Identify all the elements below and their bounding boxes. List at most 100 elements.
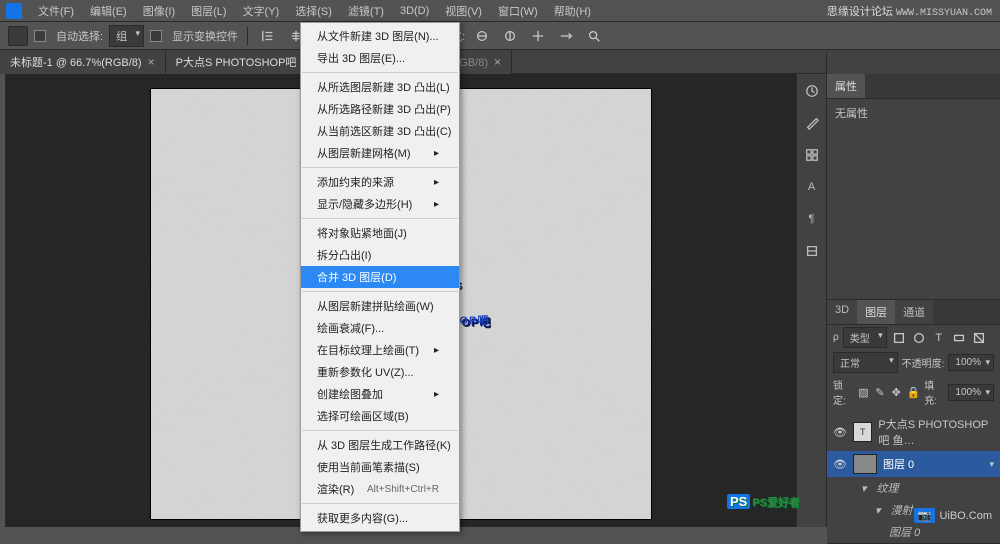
sublayer-name: 纹理 [877,480,899,496]
current-tool-icon[interactable] [8,26,28,46]
opacity-input[interactable]: 100% [948,354,994,371]
filter-pixel-icon[interactable] [891,330,907,346]
app-logo-icon [6,3,22,19]
filter-shape-icon[interactable] [951,330,967,346]
auto-select-label: 自动选择: [56,28,103,44]
3d-slide-icon[interactable] [555,25,577,47]
opacity-label: 不透明度: [902,355,945,370]
fill-label: 填充: [924,377,944,407]
menu-item-3d[interactable]: 从所选图层新建 3D 凸出(L) [301,76,459,98]
menu-select[interactable]: 选择(S) [287,0,340,22]
properties-content: 无属性 [835,108,868,120]
lock-pixels-icon[interactable]: ✎ [874,385,886,399]
menu-item-3d[interactable]: 从 3D 图层生成工作路径(K) [301,434,459,456]
menu-item-3d[interactable]: 从所选路径新建 3D 凸出(P) [301,98,459,120]
menu-item-3d[interactable]: 拆分凸出(I) [301,244,459,266]
layer-options-icon[interactable]: ▾ [989,459,994,470]
menu-item-3d[interactable]: 从图层新建网格(M) [301,142,459,164]
watermark-bottom: 📷UiBO.Com [914,508,992,523]
menu-image[interactable]: 图像(I) [135,0,183,22]
fill-input[interactable]: 100% [948,384,994,401]
menu-file[interactable]: 文件(F) [30,0,82,22]
paragraph-icon[interactable]: ¶ [803,210,821,228]
properties-panel: 属性 无属性 [827,74,1000,300]
tab-layers[interactable]: 图层 [857,300,895,324]
menu-item-3d[interactable]: 创建绘图叠加 [301,383,459,405]
auto-select-checkbox[interactable] [34,30,46,42]
layer-kind-dropdown[interactable]: 类型 [843,327,887,348]
menu-layer[interactable]: 图层(L) [183,0,234,22]
right-panel-stack: 属性 无属性 3D 图层 通道 ρ 类型 T 正常 [826,52,1000,527]
menu-help[interactable]: 帮助(H) [546,0,599,22]
lock-label: 锁定: [833,377,853,407]
3d-zoom-icon[interactable] [583,25,605,47]
3d-orbit-icon[interactable] [471,25,493,47]
menu-filter[interactable]: 滤镜(T) [340,0,392,22]
menu-item-3d[interactable]: 重新参数化 UV(Z)... [301,361,459,383]
3d-roll-icon[interactable] [499,25,521,47]
menu-item-3d[interactable]: 从当前选区新建 3D 凸出(C) [301,120,459,142]
workspace: P大S PHOOP吧 鱼鱼猫咪 A ¶ 属性 无属性 [0,74,1000,527]
menu-item-3d[interactable]: 绘画衰减(F)... [301,317,459,339]
document-tab[interactable]: 未标题-1 @ 66.7%(RGB/8) × [0,50,166,74]
menu-item-3d[interactable]: 将对象贴紧地面(J) [301,222,459,244]
styles-icon[interactable] [803,242,821,260]
options-bar: 自动选择: 组 显示变换控件 3D 模式: [0,22,1000,50]
layer-row[interactable]: 👁 图层 0 ▾ [827,451,1000,477]
menu-edit[interactable]: 编辑(E) [82,0,135,22]
layer-thumbnail[interactable]: T [853,422,872,442]
swatches-icon[interactable] [803,146,821,164]
visibility-eye-icon[interactable]: 👁 [833,426,847,439]
close-icon[interactable]: × [494,55,501,69]
menu-item-3d[interactable]: 导出 3D 图层(E)... [301,47,459,69]
lock-position-icon[interactable]: ✥ [890,385,902,399]
layer-row[interactable]: 👁 T P大点S PHOTOSHOP吧 鱼… [827,413,1000,451]
blend-mode-dropdown[interactable]: 正常 [833,352,898,373]
lock-transparent-icon[interactable]: ▨ [857,385,869,399]
menu-item-3d[interactable]: 显示/隐藏多边形(H) [301,193,459,215]
menu-item-3d[interactable]: 使用当前画笔素描(S) [301,456,459,478]
visibility-eye-icon[interactable]: 👁 [833,458,847,471]
filter-adjust-icon[interactable] [911,330,927,346]
menu-view[interactable]: 视图(V) [437,0,490,22]
menu-3d[interactable]: 3D(D) [392,2,437,20]
menu-item-3d[interactable]: 合并 3D 图层(D) [301,266,459,288]
layer-sublayer[interactable]: ▾纹理 [827,477,1000,499]
menu-window[interactable]: 窗口(W) [490,0,546,22]
document-tab-label: 未标题-1 @ 66.7%(RGB/8) [10,54,142,70]
sublayer-name: 漫射 [891,502,913,518]
history-icon[interactable] [803,82,821,100]
menu-item-3d[interactable]: 渲染(R)Alt+Shift+Ctrl+R [301,478,459,500]
sublayer-name: 图层 0 [889,524,920,540]
watermark-top: 思缘设计论坛 WWW.MISSYUAN.COM [827,3,992,19]
menu-item-3d[interactable]: 从图层新建拼贴绘画(W) [301,295,459,317]
show-transform-checkbox[interactable] [150,30,162,42]
show-transform-label: 显示变换控件 [172,28,238,44]
layer-thumbnail[interactable] [853,454,877,474]
character-icon[interactable]: A [803,178,821,196]
auto-select-dropdown[interactable]: 组 [109,25,144,47]
collapsed-panel-strip: A ¶ [796,74,826,527]
properties-tab[interactable]: 属性 [827,74,865,98]
close-icon[interactable]: × [148,55,155,69]
layer-name[interactable]: 图层 0 [883,456,914,472]
separator [247,27,248,45]
watermark-canvas: PSPS爱好者 [727,493,800,511]
filter-smart-icon[interactable] [971,330,987,346]
layer-sublayer[interactable]: 图层 0 [827,521,1000,543]
tab-channels[interactable]: 通道 [895,300,933,324]
align-left-icon[interactable] [257,25,279,47]
menu-type[interactable]: 文字(Y) [235,0,288,22]
lock-all-icon[interactable]: 🔒 [906,385,920,399]
menu-item-3d[interactable]: 获取更多内容(G)... [301,507,459,529]
tab-3d[interactable]: 3D [827,300,857,324]
layer-name[interactable]: P大点S PHOTOSHOP吧 鱼… [878,416,994,448]
dropdown-3d-menu: 从文件新建 3D 图层(N)...导出 3D 图层(E)... 从所选图层新建 3… [300,22,460,532]
brush-icon[interactable] [803,114,821,132]
menu-item-3d[interactable]: 添加约束的来源 [301,171,459,193]
filter-type-icon[interactable]: T [931,330,947,346]
3d-pan-icon[interactable] [527,25,549,47]
menu-item-3d[interactable]: 选择可绘画区域(B) [301,405,459,427]
menu-item-3d[interactable]: 从文件新建 3D 图层(N)... [301,25,459,47]
menu-item-3d[interactable]: 在目标纹理上绘画(T) [301,339,459,361]
